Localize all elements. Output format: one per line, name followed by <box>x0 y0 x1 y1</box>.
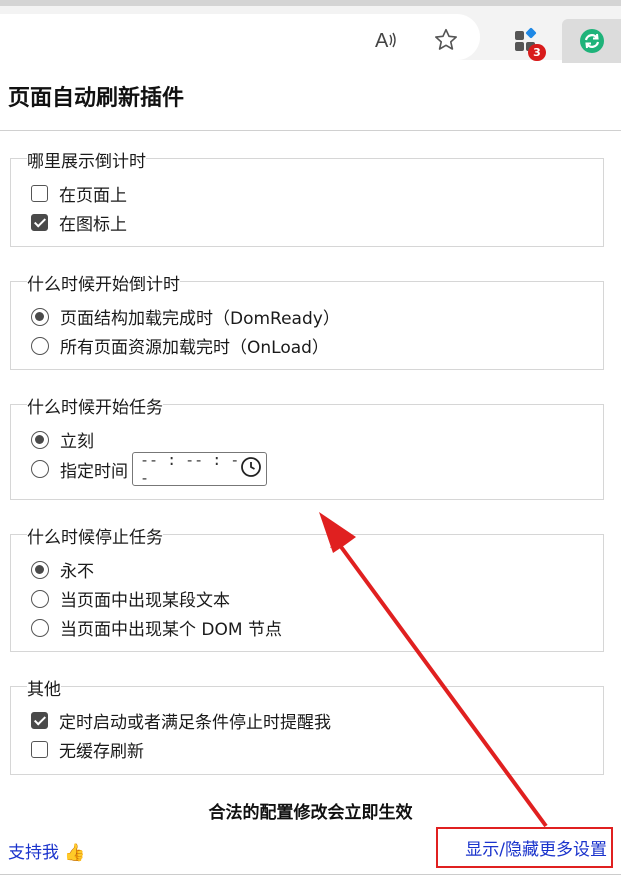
never-stop-option[interactable]: 永不 <box>31 557 94 582</box>
divider <box>0 130 621 131</box>
star-icon[interactable] <box>432 26 460 54</box>
config-notice: 合法的配置修改会立即生效 <box>208 803 413 823</box>
onload-label: 所有页面资源加载完时（OnLoad） <box>60 338 329 358</box>
stop-on-dom-option[interactable]: 当页面中出现某个 DOM 节点 <box>31 615 282 640</box>
start-immediately-label: 立刻 <box>60 432 94 452</box>
refresh-icon <box>578 27 606 55</box>
show-on-icon-checkbox[interactable] <box>31 214 48 231</box>
stop-on-text-option[interactable]: 当页面中出现某段文本 <box>31 586 230 611</box>
when-task-legend: 什么时候开始任务 <box>27 393 163 418</box>
stop-on-dom-label: 当页面中出现某个 DOM 节点 <box>60 620 282 640</box>
show-on-icon-option[interactable]: 在图标上 <box>31 210 127 235</box>
read-aloud-icon[interactable]: A <box>372 26 400 54</box>
start-immediately-radio[interactable] <box>31 430 49 449</box>
onload-radio[interactable] <box>31 336 49 355</box>
specific-time-label: 指定时间 <box>60 461 128 482</box>
show-on-page-label: 在页面上 <box>59 186 127 206</box>
when-stop-legend: 什么时候停止任务 <box>27 523 163 548</box>
where-countdown-legend: 哪里展示倒计时 <box>27 147 146 172</box>
more-settings-label: 显示/隐藏更多设置 <box>465 840 607 860</box>
stop-on-text-radio[interactable] <box>31 589 49 608</box>
no-cache-label: 无缓存刷新 <box>59 742 144 762</box>
notify-checkbox[interactable] <box>31 712 48 729</box>
extensions-badge: 3 <box>528 44 546 61</box>
support-link[interactable]: 支持我 👍 <box>8 838 86 863</box>
browser-toolbar: A 3 <box>0 0 621 63</box>
time-input-value: -- : -- : -- <box>140 451 240 487</box>
notify-label: 定时启动或者满足条件停止时提醒我 <box>59 713 331 733</box>
stop-on-dom-radio[interactable] <box>31 618 49 637</box>
no-cache-checkbox[interactable] <box>31 741 48 758</box>
never-stop-radio[interactable] <box>31 560 49 579</box>
address-bar[interactable] <box>0 14 480 60</box>
more-settings-link[interactable]: 显示/隐藏更多设置 <box>436 827 613 868</box>
onload-option[interactable]: 所有页面资源加载完时（OnLoad） <box>31 333 329 358</box>
notify-option[interactable]: 定时启动或者满足条件停止时提醒我 <box>31 708 331 733</box>
specific-time-option[interactable]: 指定时间 -- : -- : -- <box>31 451 267 487</box>
start-immediately-option[interactable]: 立刻 <box>31 427 94 452</box>
no-cache-option[interactable]: 无缓存刷新 <box>31 737 144 762</box>
clock-icon[interactable] <box>240 456 262 482</box>
domready-radio[interactable] <box>31 307 49 326</box>
show-on-icon-label: 在图标上 <box>59 215 127 235</box>
never-stop-label: 永不 <box>60 562 94 582</box>
show-on-page-option[interactable]: 在页面上 <box>31 181 127 206</box>
specific-time-radio[interactable] <box>31 460 49 478</box>
page-title: 页面自动刷新插件 <box>8 86 185 111</box>
active-extension-button[interactable] <box>562 19 621 63</box>
stop-on-text-label: 当页面中出现某段文本 <box>60 591 230 611</box>
other-legend: 其他 <box>27 675 61 700</box>
when-countdown-legend: 什么时候开始倒计时 <box>27 270 180 295</box>
svg-text:A: A <box>375 30 389 52</box>
show-on-page-checkbox[interactable] <box>31 185 48 202</box>
time-input[interactable]: -- : -- : -- <box>132 451 267 487</box>
domready-label: 页面结构加载完成时（DomReady） <box>60 309 340 329</box>
domready-option[interactable]: 页面结构加载完成时（DomReady） <box>31 304 340 329</box>
